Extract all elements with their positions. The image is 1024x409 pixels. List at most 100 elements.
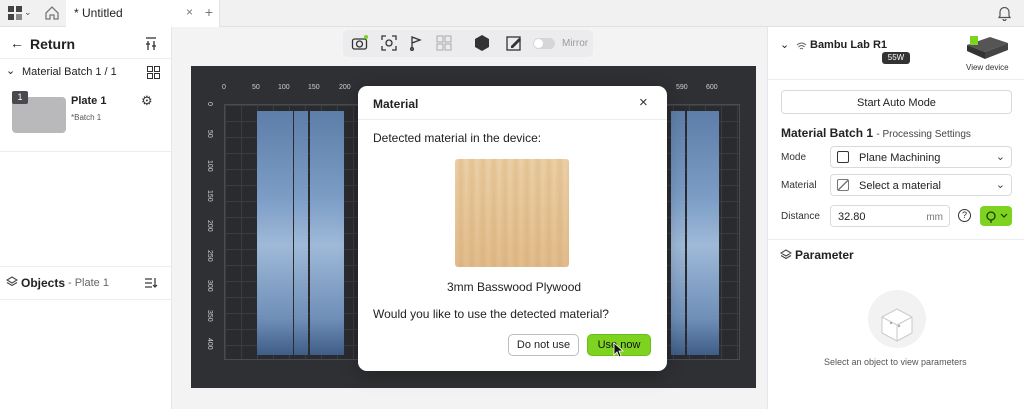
ruler-y-label: 250 xyxy=(206,250,213,262)
distance-label: Distance xyxy=(781,211,820,222)
plane-icon xyxy=(837,151,849,163)
tab-title: * Untitled xyxy=(74,6,123,20)
do-not-use-button[interactable]: Do not use xyxy=(508,334,579,356)
flag-icon[interactable] xyxy=(407,34,425,52)
sort-icon[interactable] xyxy=(144,277,158,292)
objects-plate: - Plate 1 xyxy=(68,277,109,289)
start-auto-mode-button[interactable]: Start Auto Mode xyxy=(781,90,1012,114)
plate-item[interactable]: 1 Plate 1 *Batch 1 ⚙ xyxy=(8,89,168,139)
grid-view-icon[interactable] xyxy=(147,66,160,82)
toggle-knob xyxy=(534,39,543,48)
chevron-down-icon: ⌄ xyxy=(6,65,16,77)
focus-camera-icon[interactable] xyxy=(380,34,398,52)
ruler-y-label: 0 xyxy=(206,102,213,106)
detected-text: Detected material in the device: xyxy=(373,131,542,145)
material-board[interactable] xyxy=(310,111,344,355)
bell-icon[interactable] xyxy=(997,5,1012,24)
close-icon[interactable]: × xyxy=(639,94,648,111)
material-board[interactable] xyxy=(671,111,685,355)
divider xyxy=(0,151,171,152)
distance-unit: mm xyxy=(926,212,943,223)
power-badge: 55W xyxy=(882,52,910,64)
edit-frame-icon[interactable] xyxy=(505,34,523,52)
chevron-down-icon: ⌄ xyxy=(995,179,1005,191)
left-panel: ← Return ⌄ Material Batch 1 / 1 1 Plate … xyxy=(0,27,172,409)
dialog-title: Material xyxy=(373,97,419,111)
camera-icon[interactable] xyxy=(351,34,369,52)
divider xyxy=(768,79,1024,80)
material-empty-icon xyxy=(837,179,849,191)
distance-input[interactable]: 32.80 mm xyxy=(830,205,950,227)
view-device-label[interactable]: View device xyxy=(966,63,1009,72)
parameter-label: Parameter xyxy=(795,248,854,262)
device-name: Bambu Lab R1 xyxy=(810,39,888,51)
settings-sliders-icon[interactable] xyxy=(144,37,158,54)
ruler-x-label: 50 xyxy=(252,84,260,91)
mode-select[interactable]: Plane Machining ⌄ xyxy=(830,146,1012,168)
mirror-toggle[interactable] xyxy=(533,38,555,49)
material-board[interactable] xyxy=(294,111,308,355)
batch-header[interactable]: ⌄ Material Batch 1 / 1 xyxy=(6,65,136,81)
arrange-grid-icon[interactable] xyxy=(435,34,453,52)
material-board[interactable] xyxy=(687,111,719,355)
chevron-down-icon: ⌄ xyxy=(780,39,790,51)
title-bar: ⌄ * Untitled × + xyxy=(0,0,1024,27)
material-name: 3mm Basswood Plywood xyxy=(447,280,582,294)
layers-icon xyxy=(5,276,19,291)
layers-icon xyxy=(779,249,793,264)
material-board[interactable] xyxy=(257,111,293,355)
ruler-y-label: 400 xyxy=(206,338,213,350)
right-panel: ⌄ Bambu Lab R1 55W View device Start Aut… xyxy=(767,27,1024,409)
divider xyxy=(0,299,171,300)
ruler-x-label: 600 xyxy=(706,84,718,91)
mode-value: Plane Machining xyxy=(859,152,941,164)
chevron-down-icon: ⌄ xyxy=(995,151,1005,163)
ruler-y-label: 50 xyxy=(206,130,213,138)
ruler-x-label: 0 xyxy=(222,84,226,91)
divider xyxy=(0,266,171,267)
arrow-left-icon: ← xyxy=(10,35,24,51)
mode-label: Mode xyxy=(781,152,807,163)
wifi-icon xyxy=(796,40,807,54)
objects-header: Objects - Plate 1 xyxy=(5,276,146,292)
empty-box-icon xyxy=(862,289,932,352)
start-auto-label: Start Auto Mode xyxy=(857,97,936,109)
help-icon[interactable]: ? xyxy=(958,209,971,222)
home-icon[interactable] xyxy=(44,5,60,24)
material-label: Material xyxy=(781,180,817,191)
mirror-label: Mirror xyxy=(562,38,589,49)
ruler-x-label: 200 xyxy=(339,84,351,91)
return-button[interactable]: ← Return xyxy=(10,35,130,55)
chevron-down-icon[interactable]: ⌄ xyxy=(24,7,32,18)
mouse-cursor-icon xyxy=(613,342,625,361)
divider xyxy=(358,119,667,120)
material-box-icon[interactable] xyxy=(473,34,491,52)
batch-sub: - Processing Settings xyxy=(876,129,971,140)
ruler-y-label: 200 xyxy=(206,220,213,232)
measure-button[interactable] xyxy=(980,206,1012,226)
empty-hint: Select an object to view parameters xyxy=(824,357,967,367)
plate-number-badge: 1 xyxy=(12,91,28,104)
divider xyxy=(768,239,1024,240)
return-label: Return xyxy=(30,36,76,52)
ruler-x-label: 150 xyxy=(308,84,320,91)
material-select[interactable]: Select a material ⌄ xyxy=(830,174,1012,196)
ruler-x-label: 100 xyxy=(278,84,290,91)
tab-untitled[interactable]: * Untitled × + xyxy=(66,0,220,27)
ruler-y-label: 100 xyxy=(206,160,213,172)
ruler-y-label: 150 xyxy=(206,190,213,202)
ruler-y-label: 300 xyxy=(206,280,213,292)
gear-icon[interactable]: ⚙ xyxy=(141,93,153,109)
question-text: Would you like to use the detected mater… xyxy=(373,307,609,321)
distance-value: 32.80 xyxy=(838,211,866,223)
ruler-y-label: 350 xyxy=(206,310,213,322)
app-menu-icon[interactable] xyxy=(8,6,22,20)
new-tab-icon[interactable]: + xyxy=(205,4,213,20)
close-tab-icon[interactable]: × xyxy=(186,5,193,19)
device-thumbnail[interactable] xyxy=(964,33,1010,61)
plate-sub: *Batch 1 xyxy=(71,113,102,122)
material-dialog: Material × Detected material in the devi… xyxy=(358,86,667,371)
objects-label: Objects xyxy=(21,276,66,290)
canvas-toolbar: Mirror xyxy=(343,30,593,57)
divider xyxy=(0,58,171,59)
